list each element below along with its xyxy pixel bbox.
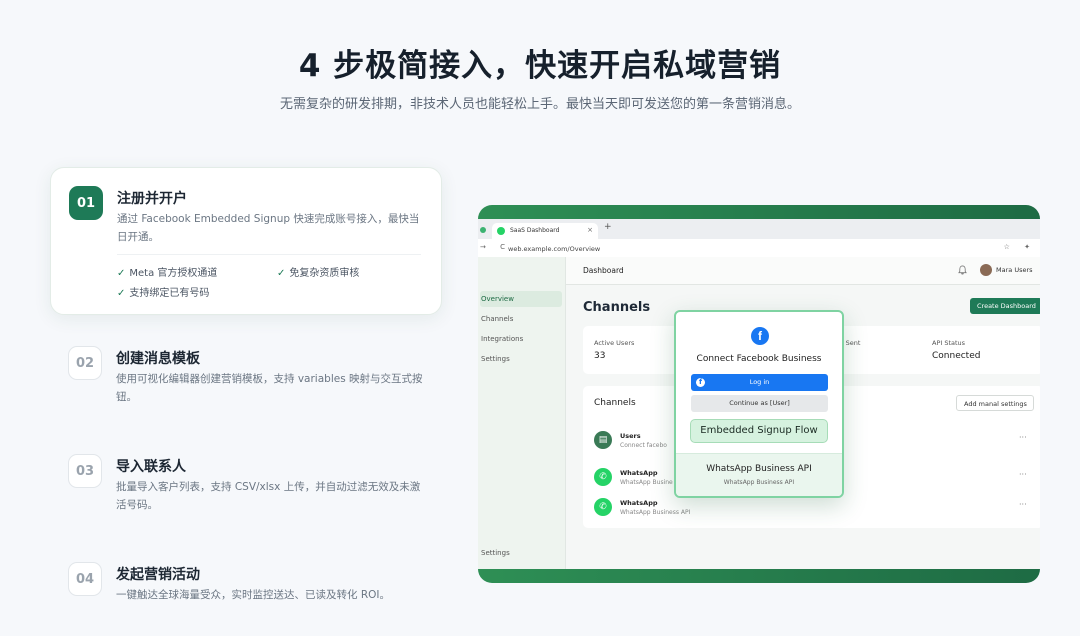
- create-dashboard-button[interactable]: Create Dashboard: [970, 298, 1040, 314]
- close-icon[interactable]: ×: [587, 226, 593, 234]
- bell-icon[interactable]: [958, 265, 967, 278]
- topbar: Dashboard Mara Users: [566, 257, 1040, 285]
- whatsapp-icon: [497, 227, 505, 235]
- step-description: 通过 Facebook Embedded Signup 快速完成账号接入，最快当…: [117, 213, 420, 243]
- facebook-icon: f: [696, 378, 705, 387]
- step-description: 一键触达全球海量受众，实时监控送达、已读及转化 ROI。: [116, 589, 390, 601]
- divider: [117, 254, 421, 255]
- feature-item: ✓ 免复杂资质审核: [277, 268, 360, 279]
- check-icon: ✓: [117, 288, 126, 299]
- users-icon: ▤: [594, 431, 612, 449]
- page-subtitle: 无需复杂的研发排期，非技术人员也能轻松上手。最快当天即可发送您的第一条营销消息。: [279, 97, 800, 112]
- check-icon: ✓: [117, 268, 126, 279]
- step-card-1[interactable]: 01 注册并开户 通过 Facebook Embedded Signup 快速完…: [50, 167, 442, 315]
- step-number-badge: 01: [69, 186, 103, 220]
- channels-heading: Channels: [583, 300, 651, 315]
- modal-title: Connect Facebook Business: [696, 354, 822, 364]
- step-card-4[interactable]: 04 发起营销活动 一键触达全球海量受众，实时监控送达、已读及转化 ROI。: [50, 562, 442, 612]
- row-sub: WhatsApp Busine: [620, 479, 673, 486]
- step-title: 创建消息模板: [116, 351, 200, 367]
- login-label: Log in: [749, 378, 770, 386]
- feature-item: ✓ Meta 官方授权通道: [117, 268, 218, 279]
- row-sub: WhatsApp Business API: [620, 509, 691, 516]
- row-name: WhatsApp: [620, 499, 658, 507]
- address-bar[interactable]: → C web.example.com/Overview ☆ ✦: [478, 239, 1040, 259]
- user-name[interactable]: Mara Users: [996, 266, 1033, 274]
- step-number-badge: 03: [68, 454, 102, 488]
- manage-settings-button[interactable]: Add manal settings: [956, 395, 1034, 411]
- step-title: 导入联系人: [116, 459, 186, 475]
- stat-value: Connected: [932, 351, 981, 361]
- whatsapp-icon: ✆: [594, 498, 612, 516]
- tab-title: SaaS Dashboard: [510, 227, 560, 234]
- modal-footer: WhatsApp Business API WhatsApp Business …: [676, 453, 842, 496]
- url-text[interactable]: web.example.com/Overview: [508, 245, 600, 253]
- extension-icons[interactable]: ☆ ✦: [1004, 243, 1036, 251]
- step-card-2[interactable]: 02 创建消息模板 使用可视化编辑器创建营销模板，支持 variables 映射…: [50, 346, 442, 416]
- sidebar-item-overview[interactable]: Overview: [480, 291, 562, 307]
- sidebar-item-settings[interactable]: Settings: [480, 351, 562, 367]
- avatar[interactable]: [980, 264, 992, 276]
- whatsapp-icon: ✆: [594, 468, 612, 486]
- continue-as-user-button[interactable]: Continue as [User]: [691, 395, 828, 412]
- connect-facebook-modal: f Connect Facebook Business f Log in Con…: [674, 310, 844, 498]
- sidebar: Overview Channels Integrations Settings …: [478, 257, 566, 569]
- check-icon: ✓: [277, 268, 286, 279]
- stat-value: 33: [594, 351, 606, 361]
- step-number-badge: 02: [68, 346, 102, 380]
- step-description: 使用可视化编辑器创建营销模板，支持 variables 映射与交互式按钮。: [116, 373, 423, 403]
- facebook-login-button[interactable]: f Log in: [691, 374, 828, 391]
- nav-icons[interactable]: → C: [480, 243, 511, 251]
- browser-chrome: SaaS Dashboard × + → C web.example.com/O…: [478, 219, 1040, 261]
- row-name: WhatsApp: [620, 469, 658, 477]
- step-card-3[interactable]: 03 导入联系人 批量导入客户列表，支持 CSV/xlsx 上传，并自动过滤无效…: [50, 454, 442, 524]
- sidebar-item-integrations[interactable]: Integrations: [480, 331, 562, 347]
- more-icon[interactable]: ···: [1019, 500, 1027, 509]
- feature-item: ✓ 支持绑定已有号码: [117, 288, 210, 299]
- step-title: 发起营销活动: [116, 567, 200, 583]
- page-title: 4 步极简接入，快速开启私域营销: [298, 48, 782, 84]
- browser-tab[interactable]: SaaS Dashboard ×: [492, 223, 598, 239]
- header-title: Dashboard: [583, 266, 624, 275]
- footer-subtitle: WhatsApp Business API: [723, 479, 795, 486]
- more-icon[interactable]: ···: [1019, 433, 1027, 442]
- step-number-badge: 04: [68, 562, 102, 596]
- step-title: 注册并开户: [117, 191, 187, 207]
- stat-label: Active Users: [594, 339, 635, 347]
- more-icon[interactable]: ···: [1019, 470, 1027, 479]
- sidebar-item-channels[interactable]: Channels: [480, 311, 562, 327]
- row-name: Users: [620, 432, 641, 440]
- stat-label: API Status: [932, 339, 966, 347]
- channels-panel-title: Channels: [594, 398, 636, 408]
- facebook-icon: f: [751, 327, 769, 345]
- step-description: 批量导入客户列表，支持 CSV/xlsx 上传，并自动过滤无效及未激活号码。: [116, 481, 421, 511]
- window-dot-icon: [480, 227, 486, 233]
- footer-title: WhatsApp Business API: [706, 464, 812, 474]
- row-sub: Connect facebo: [620, 442, 667, 449]
- sidebar-item-settings-bottom[interactable]: Settings: [480, 545, 562, 561]
- embedded-signup-label: Embedded Signup Flow: [690, 419, 828, 443]
- new-tab-icon[interactable]: +: [604, 222, 612, 232]
